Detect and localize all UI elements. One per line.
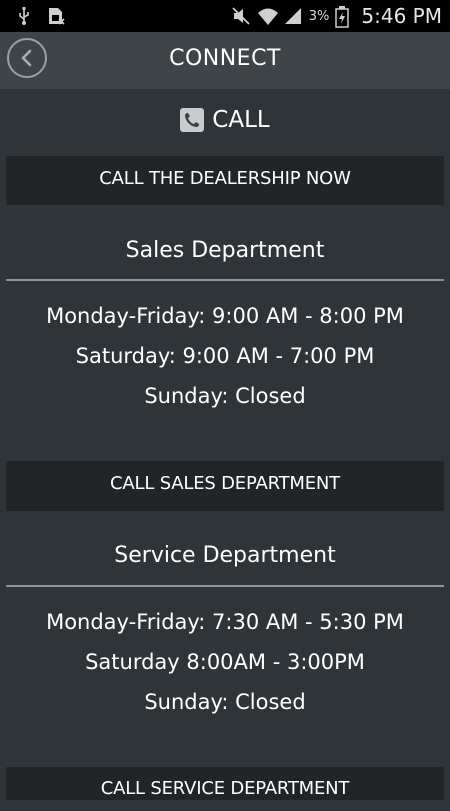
- battery-percent: 3%: [308, 8, 330, 24]
- service-hours-saturday: Saturday 8:00AM - 3:00PM: [85, 650, 365, 674]
- call-dealership-button[interactable]: CALL THE DEALERSHIP NOW: [6, 156, 444, 205]
- signal-icon: [283, 6, 303, 26]
- battery-icon: [335, 6, 355, 28]
- sales-hours-weekday: Monday-Friday: 9:00 AM - 8:00 PM: [46, 304, 404, 328]
- clock: 5:46 PM: [361, 4, 442, 28]
- phone-icon: [180, 108, 205, 132]
- call-service-button[interactable]: CALL SERVICE DEPARTMENT: [6, 767, 444, 800]
- sales-hours-sunday: Sunday: Closed: [144, 384, 306, 408]
- status-bar: 3% 5:46 PM: [0, 0, 450, 32]
- sales-divider: [6, 279, 444, 281]
- call-label: CALL: [212, 107, 270, 133]
- status-left-icons: [14, 6, 66, 26]
- service-divider: [6, 585, 444, 587]
- service-department-title: Service Department: [114, 543, 336, 568]
- wifi-icon: [257, 6, 278, 26]
- sales-hours-saturday: Saturday: 9:00 AM - 7:00 PM: [75, 344, 375, 368]
- sim-icon: [46, 6, 66, 26]
- sales-department-title: Sales Department: [125, 238, 325, 263]
- usb-icon: [14, 6, 34, 26]
- service-hours-sunday: Sunday: Closed: [144, 690, 306, 714]
- title-bar: CONNECT: [0, 32, 450, 89]
- page-title: CONNECT: [169, 46, 281, 71]
- status-right-icons: 3% 5:46 PM: [231, 4, 442, 28]
- call-sales-button[interactable]: CALL SALES DEPARTMENT: [6, 461, 444, 511]
- service-hours-weekday: Monday-Friday: 7:30 AM - 5:30 PM: [46, 610, 404, 634]
- call-section-header: CALL: [0, 102, 450, 138]
- mute-icon: [231, 6, 251, 26]
